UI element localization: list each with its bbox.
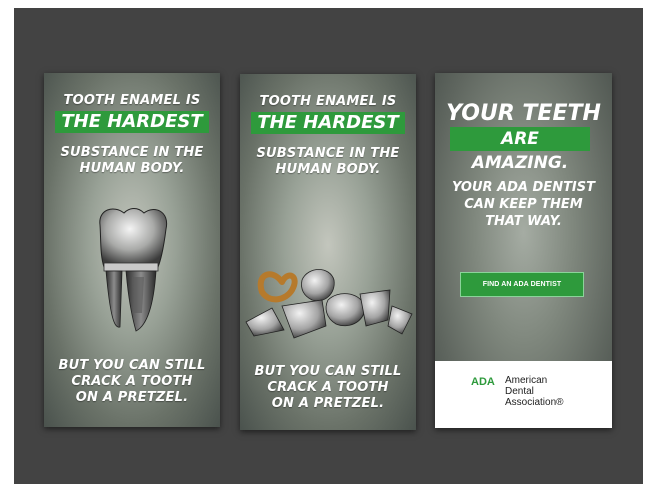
footer-line-2: CRACK A TOOTH [267,380,389,395]
headline-main: YOUR TEETH [446,101,601,126]
footer-line-2: CRACK A TOOTH [71,374,193,389]
subhead-line-1: SUBSTANCE IN THE [256,146,400,161]
pitch-line-3: THAT WAY. [485,214,562,229]
find-ada-dentist-button[interactable]: FIND AN ADA DENTIST [460,272,584,297]
headline-top: TOOTH ENAMEL IS [63,93,201,108]
footer-line-1: BUT YOU CAN STILL [58,358,206,373]
headline-top: TOOTH ENAMEL IS [259,94,397,109]
subhead-line-1: SUBSTANCE IN THE [60,145,204,160]
footer-block: BUT YOU CAN STILL CRACK A TOOTH ON A PRE… [240,364,416,412]
subhead-line-2: HUMAN BODY. [79,161,185,176]
ad-showcase-backdrop: TOOTH ENAMEL IS THE HARDEST SUBSTANCE IN… [14,8,643,484]
footer-line-3: ON A PRETZEL. [75,390,189,405]
subhead-block: SUBSTANCE IN THE HUMAN BODY. [240,146,416,178]
ada-logo-strip: ADA American Dental Association® [435,361,612,428]
whole-tooth-icon [99,208,168,332]
logo-name-line-3: Association® [505,397,564,408]
pitch-line-2: CAN KEEP THEM [464,197,583,212]
pitch-block: YOUR ADA DENTIST CAN KEEP THEM THAT WAY. [435,179,612,230]
logo-name-line-2: Dental [505,386,534,397]
ada-logo-abbr: ADA [471,376,495,388]
subhead-line-2: HUMAN BODY. [275,162,381,177]
ad-banner-whole-tooth: TOOTH ENAMEL IS THE HARDEST SUBSTANCE IN… [44,73,220,427]
cracked-tooth-with-pretzel-icon [245,269,413,339]
headline-block: TOOTH ENAMEL IS THE HARDEST [240,94,416,138]
subhead-block: SUBSTANCE IN THE HUMAN BODY. [44,145,220,177]
footer-line-3: ON A PRETZEL. [271,396,385,411]
headline-highlight: ARE AMAZING. [450,127,590,173]
footer-block: BUT YOU CAN STILL CRACK A TOOTH ON A PRE… [44,358,220,406]
logo-name-line-1: American [505,375,548,386]
headline-highlight: THE HARDEST [55,111,209,133]
ada-logo-name: American Dental Association® [505,375,564,408]
headline-block: TOOTH ENAMEL IS THE HARDEST [44,93,220,137]
ad-banner-ada-cta: YOUR TEETH ARE AMAZING. YOUR ADA DENTIST… [435,73,612,428]
ad-banner-cracked-tooth: TOOTH ENAMEL IS THE HARDEST SUBSTANCE IN… [240,74,416,430]
footer-line-1: BUT YOU CAN STILL [254,364,402,379]
headline-highlight: THE HARDEST [251,112,405,134]
pitch-line-1: YOUR ADA DENTIST [451,180,596,195]
